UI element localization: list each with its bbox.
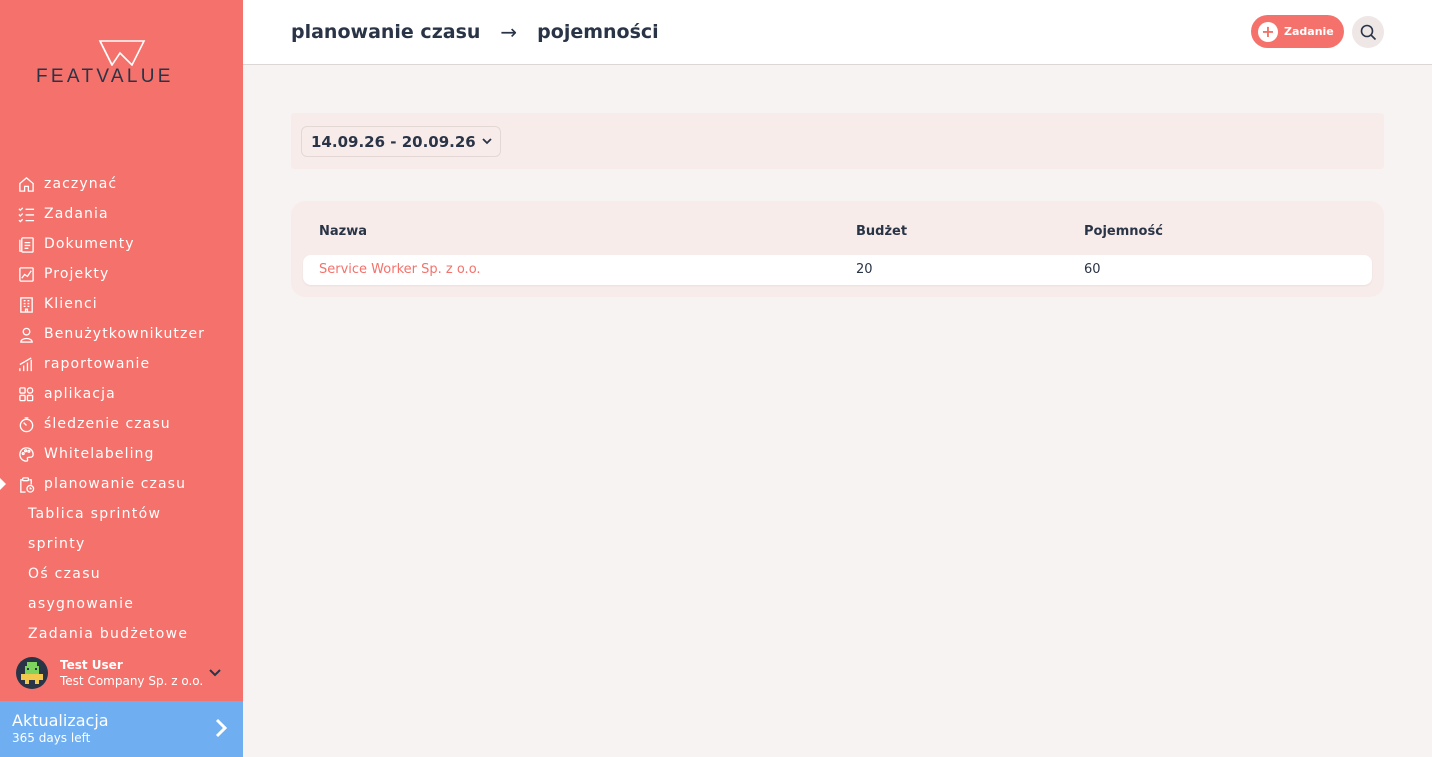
sidebar-item-label: zaczynać <box>44 176 118 192</box>
column-header-capacity[interactable]: Pojemność <box>1084 224 1163 239</box>
date-range-value: 14.09.26 - 20.09.26 <box>311 132 476 151</box>
plus-icon: + <box>1258 21 1278 42</box>
user-company: Test Company Sp. z o.o. <box>60 674 204 688</box>
user-icon <box>17 325 35 343</box>
date-range-select[interactable]: 14.09.26 - 20.09.26 <box>301 126 501 157</box>
breadcrumb-arrow-icon: → <box>500 20 518 44</box>
document-icon <box>17 235 35 253</box>
column-header-budget[interactable]: Budżet <box>856 224 907 239</box>
sidebar-item-label: Klienci <box>44 296 98 312</box>
avatar <box>16 657 48 689</box>
user-name: Test User <box>60 658 123 672</box>
chart-icon <box>17 265 35 283</box>
sidebar-item-label: śledzenie czasu <box>44 416 171 432</box>
user-menu[interactable]: Test User Test Company Sp. z o.o. <box>0 648 243 698</box>
chevron-down-icon[interactable] <box>205 669 225 677</box>
upgrade-days-left: 365 days left <box>12 731 91 745</box>
logo-mark-icon <box>98 40 146 66</box>
filter-bar: 14.09.26 - 20.09.26 <box>291 113 1384 169</box>
top-header: planowanie czasu → pojemności + Zadanie <box>243 0 1432 65</box>
building-icon <box>17 295 35 313</box>
breadcrumb-item-capacities: pojemności <box>537 21 659 43</box>
table-row[interactable]: Service Worker Sp. z o.o. 20 60 <box>303 255 1372 285</box>
checklist-icon <box>17 205 35 223</box>
sidebar-item-label: aplikacja <box>44 386 116 402</box>
add-task-label: Zadanie <box>1284 25 1334 38</box>
sidebar-item-documents[interactable]: Dokumenty <box>0 229 243 259</box>
sidebar-item-label: Benużytkownikutzer <box>44 326 206 342</box>
sidebar: FEATVALUE zaczynać Zadania Dokumenty Pro… <box>0 0 243 757</box>
chevron-right-icon <box>215 718 228 742</box>
sidebar-item-reporting[interactable]: raportowanie <box>0 349 243 379</box>
row-name-link[interactable]: Service Worker Sp. z o.o. <box>319 262 481 277</box>
row-capacity: 60 <box>1084 262 1101 277</box>
pixel-avatar-icon <box>21 662 43 684</box>
add-task-button[interactable]: + Zadanie <box>1251 15 1344 48</box>
sidebar-item-label: planowanie czasu <box>44 476 187 492</box>
bar-chart-icon <box>17 355 35 373</box>
sidebar-item-time-tracking[interactable]: śledzenie czasu <box>0 409 243 439</box>
clipboard-clock-icon <box>17 475 35 493</box>
search-icon <box>1360 24 1376 40</box>
sidebar-subitem-budget-tasks[interactable]: Zadania budżetowe <box>0 619 243 649</box>
sidebar-item-label: Zadania <box>44 206 109 222</box>
sidebar-item-projects[interactable]: Projekty <box>0 259 243 289</box>
timer-icon <box>17 415 35 433</box>
sidebar-item-whitelabeling[interactable]: Whitelabeling <box>0 439 243 469</box>
chevron-down-icon <box>482 138 492 145</box>
home-icon <box>17 175 35 193</box>
capacity-table: Nazwa Budżet Pojemność Service Worker Sp… <box>291 201 1384 297</box>
sidebar-subitem-sprint-board[interactable]: Tablica sprintów <box>0 499 243 529</box>
sidebar-item-clients[interactable]: Klienci <box>0 289 243 319</box>
sidebar-subitem-sprints[interactable]: sprinty <box>0 529 243 559</box>
sidebar-item-label: Whitelabeling <box>44 446 155 462</box>
search-button[interactable] <box>1352 16 1384 48</box>
sidebar-item-users[interactable]: Benużytkownikutzer <box>0 319 243 349</box>
row-budget: 20 <box>856 262 873 277</box>
sidebar-item-start[interactable]: zaczynać <box>0 169 243 199</box>
upgrade-banner[interactable]: Aktualizacja 365 days left <box>0 701 243 757</box>
column-header-name[interactable]: Nazwa <box>319 224 367 239</box>
logo-text: FEATVALUE <box>36 66 174 87</box>
palette-icon <box>17 445 35 463</box>
sidebar-item-apps[interactable]: aplikacja <box>0 379 243 409</box>
sidebar-item-label: Dokumenty <box>44 236 135 252</box>
sidebar-nav: zaczynać Zadania Dokumenty Projekty Klie… <box>0 169 243 649</box>
sidebar-item-time-planning[interactable]: planowanie czasu <box>0 469 243 499</box>
breadcrumb-item-time-planning[interactable]: planowanie czasu <box>291 21 480 43</box>
sidebar-item-label: Projekty <box>44 266 110 282</box>
sidebar-item-label: raportowanie <box>44 356 151 372</box>
sidebar-subitem-timeline[interactable]: Oś czasu <box>0 559 243 589</box>
apps-icon <box>17 385 35 403</box>
sidebar-item-tasks[interactable]: Zadania <box>0 199 243 229</box>
upgrade-title: Aktualizacja <box>12 711 109 730</box>
breadcrumb: planowanie czasu → pojemności <box>291 20 659 44</box>
logo[interactable]: FEATVALUE <box>36 40 216 90</box>
sidebar-subitem-assignment[interactable]: asygnowanie <box>0 589 243 619</box>
